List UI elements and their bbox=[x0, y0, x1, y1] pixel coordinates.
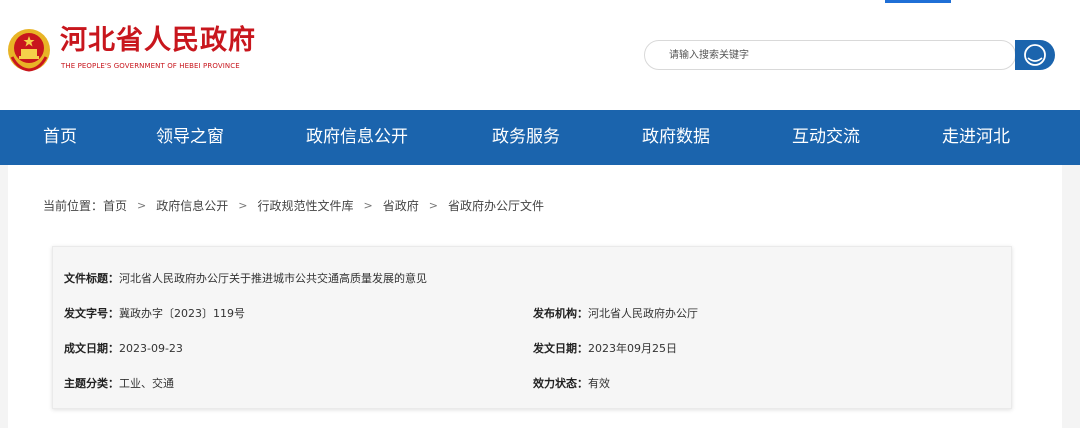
doc-status-key: 效力状态： bbox=[533, 377, 588, 390]
doc-number-key: 发文字号： bbox=[64, 307, 119, 320]
doc-issuer-key: 发布机构： bbox=[533, 307, 588, 320]
doc-issued-date-key: 发文日期： bbox=[533, 342, 588, 355]
search-box bbox=[644, 40, 1016, 70]
nav-item-leaders[interactable]: 领导之窗 bbox=[156, 110, 224, 165]
search-icon bbox=[1024, 44, 1046, 66]
breadcrumb-item-provincial-gov[interactable]: 省政府 bbox=[383, 197, 419, 214]
doc-status-value: 有效 bbox=[588, 377, 610, 390]
doc-number-row: 发文字号：冀政办字〔2023〕119号 bbox=[64, 305, 245, 321]
breadcrumb-item-gov-office-docs[interactable]: 省政府办公厅文件 bbox=[448, 197, 544, 214]
nav-item-home[interactable]: 首页 bbox=[43, 110, 77, 165]
breadcrumb-separator: > bbox=[137, 199, 147, 212]
doc-topic-value: 工业、交通 bbox=[119, 377, 174, 390]
nav-item-interaction[interactable]: 互动交流 bbox=[792, 110, 860, 165]
nav-item-gov-data[interactable]: 政府数据 bbox=[642, 110, 710, 165]
doc-number-value: 冀政办字〔2023〕119号 bbox=[119, 307, 245, 320]
search-button[interactable] bbox=[1015, 40, 1055, 70]
doc-written-date-value: 2023-09-23 bbox=[119, 342, 183, 355]
document-info-card: 文件标题：河北省人民政府办公厅关于推进城市公共交通高质量发展的意见 发文字号：冀… bbox=[52, 246, 1012, 409]
site-header: 河北省人民政府 THE PEOPLE'S GOVERNMENT OF HEBEI… bbox=[0, 0, 1080, 110]
breadcrumb-item-normative-docs[interactable]: 行政规范性文件库 bbox=[257, 197, 353, 214]
doc-issued-date-value: 2023年09月25日 bbox=[588, 342, 677, 355]
doc-title-value: 河北省人民政府办公厅关于推进城市公共交通高质量发展的意见 bbox=[119, 272, 427, 285]
nav-item-gov-info[interactable]: 政府信息公开 bbox=[306, 110, 408, 165]
doc-status-row: 效力状态：有效 bbox=[533, 375, 610, 391]
national-emblem-icon bbox=[8, 29, 50, 72]
main-nav: 首页 领导之窗 政府信息公开 政务服务 政府数据 互动交流 走进河北 bbox=[0, 110, 1080, 165]
nav-item-gov-services[interactable]: 政务服务 bbox=[492, 110, 560, 165]
breadcrumb-prefix: 当前位置： bbox=[43, 199, 104, 213]
doc-issuer-value: 河北省人民政府办公厅 bbox=[588, 307, 698, 320]
doc-issuer-row: 发布机构：河北省人民政府办公厅 bbox=[533, 305, 698, 321]
doc-title-key: 文件标题： bbox=[64, 272, 119, 285]
breadcrumb: 当前位置： 首页 > 政府信息公开 > 行政规范性文件库 > 省政府 > 省政府… bbox=[43, 197, 544, 214]
doc-title-row: 文件标题：河北省人民政府办公厅关于推进城市公共交通高质量发展的意见 bbox=[64, 270, 427, 286]
breadcrumb-separator: > bbox=[363, 199, 373, 212]
breadcrumb-item-home[interactable]: 首页 bbox=[103, 197, 127, 214]
breadcrumb-item-gov-info[interactable]: 政府信息公开 bbox=[156, 197, 228, 214]
doc-written-date-row: 成文日期：2023-09-23 bbox=[64, 340, 183, 356]
doc-issued-date-row: 发文日期：2023年09月25日 bbox=[533, 340, 677, 356]
search-input[interactable] bbox=[669, 41, 989, 69]
doc-written-date-key: 成文日期： bbox=[64, 342, 119, 355]
site-title[interactable]: 河北省人民政府 bbox=[60, 24, 256, 58]
breadcrumb-separator: > bbox=[238, 199, 248, 212]
doc-topic-key: 主题分类： bbox=[64, 377, 119, 390]
doc-topic-row: 主题分类：工业、交通 bbox=[64, 375, 174, 391]
breadcrumb-separator: > bbox=[428, 199, 438, 212]
site-subtitle: THE PEOPLE'S GOVERNMENT OF HEBEI PROVINC… bbox=[61, 62, 240, 70]
nav-item-about-hebei[interactable]: 走进河北 bbox=[942, 110, 1010, 165]
